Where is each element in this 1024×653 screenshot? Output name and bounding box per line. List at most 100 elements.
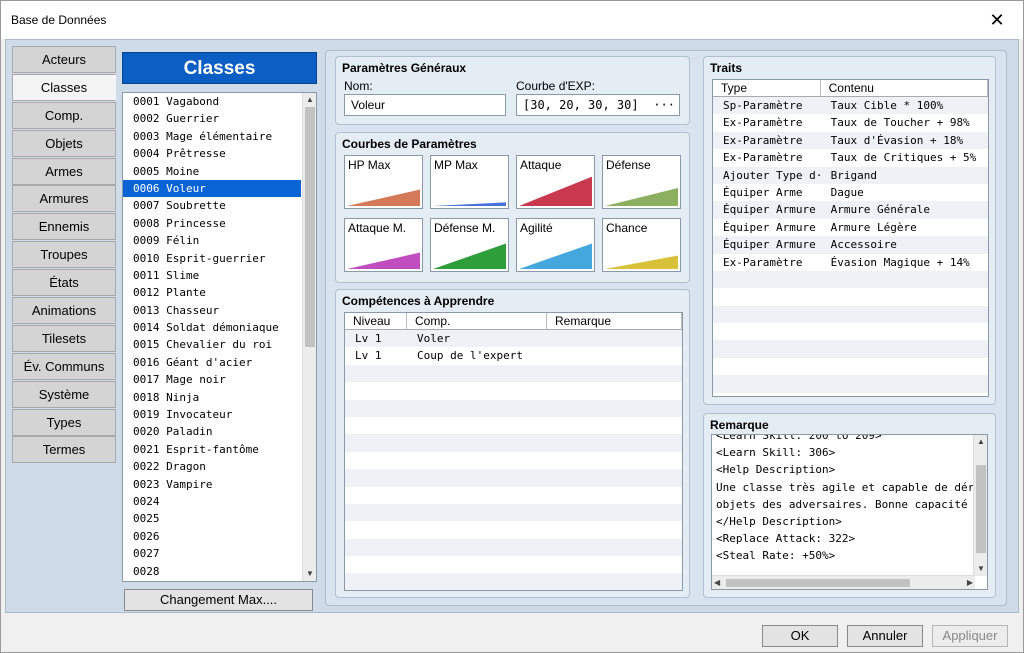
class-list-item[interactable]: 0006 Voleur	[123, 179, 301, 198]
note-scroll-up-icon[interactable]: ▲	[974, 435, 987, 449]
name-field[interactable]: Voleur	[344, 94, 506, 116]
table-row[interactable]	[345, 503, 682, 522]
class-list-item[interactable]: 0014 Soldat démoniaque	[123, 319, 301, 336]
table-row[interactable]: Lv 1 Voler	[345, 330, 682, 348]
class-list-item[interactable]: 0020 Paladin	[123, 423, 301, 440]
class-list-item[interactable]: 0007 Soubrette	[123, 197, 301, 214]
note-textarea[interactable]: <Learn Skill: 200 to 209> <Learn Skill: 3…	[711, 434, 988, 590]
tab-13[interactable]: Types	[12, 408, 116, 436]
col-type[interactable]: Type	[713, 80, 821, 96]
cancel-button[interactable]: Annuler	[847, 625, 923, 647]
table-row[interactable]: Ex-Paramètre Taux de Critiques + 5%	[713, 149, 988, 166]
class-list-item[interactable]: 0017 Mage noir	[123, 371, 301, 388]
class-list-item[interactable]: 0021 Esprit-fantôme	[123, 441, 301, 458]
tab-14[interactable]: Termes	[12, 436, 116, 464]
table-row[interactable]: Ex-Paramètre Taux de Toucher + 98%	[713, 114, 988, 131]
tab-0[interactable]: Acteurs	[12, 46, 116, 73]
class-list-item[interactable]: 0001 Vagabond	[123, 93, 301, 110]
tab-12[interactable]: Système	[12, 380, 116, 408]
tab-11[interactable]: Év. Communs	[12, 352, 116, 380]
table-row[interactable]	[345, 434, 682, 452]
table-row[interactable]	[345, 399, 682, 417]
traits-table[interactable]: Type Contenu Sp-Paramètre Taux Cible * 10…	[712, 79, 989, 397]
table-row[interactable]: Ajouter Type d··· Brigand	[713, 166, 988, 184]
exp-curve-edit-button[interactable]: ···	[653, 95, 675, 115]
class-list-item[interactable]: 0005 Moine	[123, 163, 301, 180]
class-list-item[interactable]: 0003 Mage élémentaire	[123, 128, 301, 145]
note-scroll-thumb[interactable]	[976, 465, 986, 553]
class-list[interactable]: 0001 Vagabond 0002 Guerrier 0003 Mage élém…	[122, 92, 317, 582]
change-max-button[interactable]: Changement Max....	[124, 589, 313, 611]
note-scroll-down-icon[interactable]: ▼	[974, 562, 987, 576]
class-list-item[interactable]: 0023 Vampire	[123, 476, 301, 493]
table-row[interactable]: Équiper Armure Armure Légère	[713, 219, 988, 236]
table-row[interactable]	[345, 452, 682, 469]
table-row[interactable]	[345, 417, 682, 434]
table-row[interactable]	[713, 305, 988, 324]
curve-7[interactable]: Chance	[602, 218, 681, 272]
table-row[interactable]	[345, 487, 682, 504]
col-note[interactable]: Remarque	[547, 313, 682, 329]
table-row[interactable]: Équiper Armure Armure Générale	[713, 201, 988, 219]
class-list-item[interactable]: 0028	[123, 563, 301, 580]
curve-5[interactable]: Défense M.	[430, 218, 509, 272]
class-list-item[interactable]: 0008 Princesse	[123, 215, 301, 232]
class-list-item[interactable]: 0019 Invocateur	[123, 406, 301, 423]
scroll-up-icon[interactable]: ▲	[303, 93, 316, 107]
skills-table[interactable]: Niveau Comp. Remarque Lv 1 Voler Lv 1 Coup …	[344, 312, 683, 591]
class-list-item[interactable]: 0009 Félin	[123, 232, 301, 249]
tab-10[interactable]: Tilesets	[12, 324, 116, 352]
scroll-thumb[interactable]	[305, 107, 315, 347]
class-list-item[interactable]: 0016 Géant d'acier	[123, 354, 301, 371]
class-list-item[interactable]: 0015 Chevalier du roi	[123, 336, 301, 353]
curve-3[interactable]: Défense	[602, 155, 681, 209]
hscroll-thumb[interactable]	[726, 579, 910, 587]
class-list-item[interactable]: 0012 Plante	[123, 284, 301, 301]
table-row[interactable]	[345, 469, 682, 487]
table-row[interactable]: Ex-Paramètre Taux d'Évasion + 18%	[713, 131, 988, 150]
table-row[interactable]	[345, 556, 682, 573]
table-row[interactable]: Ex-Paramètre Évasion Magique + 14%	[713, 254, 988, 271]
table-row[interactable]	[345, 573, 682, 590]
class-list-item[interactable]: 0011 Slime	[123, 267, 301, 284]
tab-8[interactable]: États	[12, 269, 116, 297]
tab-5[interactable]: Armures	[12, 185, 116, 213]
class-list-scrollbar[interactable]: ▲ ▼	[302, 93, 316, 581]
scroll-down-icon[interactable]: ▼	[303, 567, 316, 581]
col-skill[interactable]: Comp.	[407, 313, 547, 329]
col-level[interactable]: Niveau	[345, 313, 407, 329]
table-row[interactable]: Sp-Paramètre Taux Cible * 100%	[713, 97, 988, 115]
class-list-item[interactable]: 0018 Ninja	[123, 389, 301, 406]
col-content[interactable]: Contenu	[821, 80, 988, 96]
table-row[interactable]	[713, 323, 988, 340]
tab-6[interactable]: Ennemis	[12, 213, 116, 241]
exp-curve-field[interactable]: [30, 20, 30, 30] ···	[516, 94, 680, 116]
class-list-item[interactable]: 0026	[123, 528, 301, 545]
table-row[interactable]	[713, 288, 988, 305]
table-row[interactable]: Lv 1 Coup de l'expert	[345, 347, 682, 364]
table-row[interactable]: Équiper Arme Dague	[713, 184, 988, 201]
table-row[interactable]	[345, 538, 682, 557]
table-row[interactable]	[713, 270, 988, 289]
curve-1[interactable]: MP Max	[430, 155, 509, 209]
curve-6[interactable]: Agilité	[516, 218, 595, 272]
tab-7[interactable]: Troupes	[12, 241, 116, 269]
close-icon[interactable]: ✕	[987, 10, 1007, 31]
hscroll-right-icon[interactable]: ▶	[967, 576, 973, 589]
curve-2[interactable]: Attaque	[516, 155, 595, 209]
tab-2[interactable]: Comp.	[12, 101, 116, 129]
class-list-item[interactable]: 0022 Dragon	[123, 458, 301, 475]
class-list-item[interactable]: 0027	[123, 545, 301, 562]
table-row[interactable]	[345, 364, 682, 383]
hscroll-left-icon[interactable]: ◀	[714, 576, 720, 589]
table-row[interactable]	[713, 375, 988, 393]
table-row[interactable]: Équiper Armure Accessoire	[713, 236, 988, 254]
class-list-item[interactable]: 0024	[123, 493, 301, 510]
tab-1[interactable]: Classes	[12, 73, 116, 101]
note-scrollbar[interactable]: ▲ ▼	[973, 435, 987, 576]
tab-4[interactable]: Armes	[12, 157, 116, 185]
curve-4[interactable]: Attaque M.	[344, 218, 423, 272]
ok-button[interactable]: OK	[762, 625, 838, 647]
tab-9[interactable]: Animations	[12, 297, 116, 325]
note-hscrollbar[interactable]: ◀ ▶	[712, 575, 975, 589]
